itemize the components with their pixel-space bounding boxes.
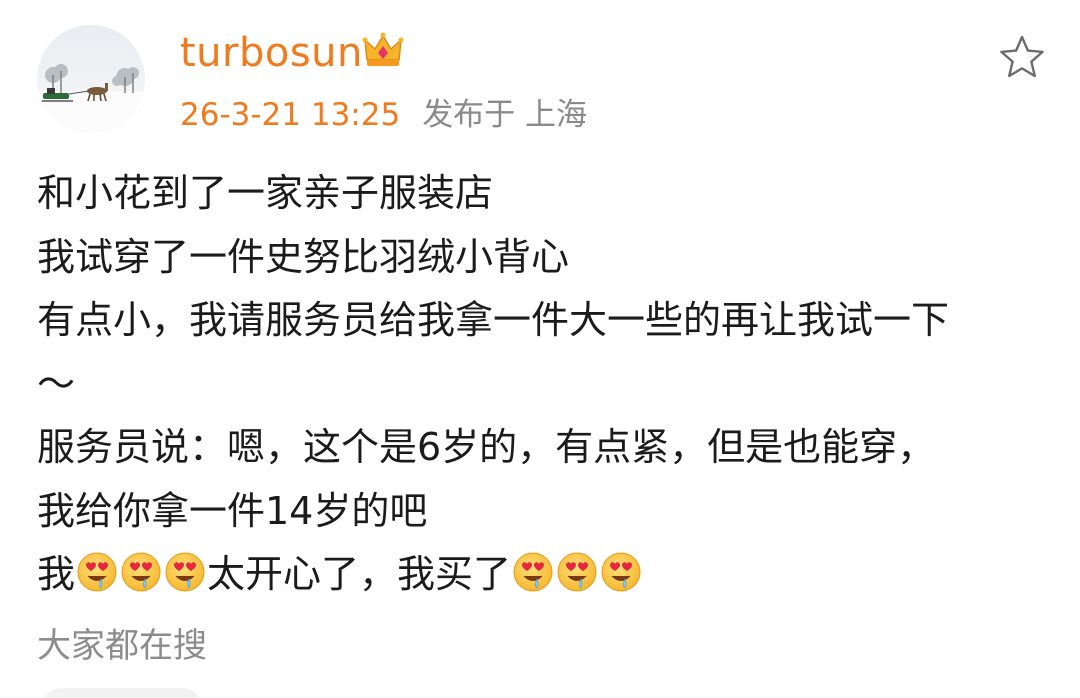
heart-eyes-emoji-icon xyxy=(164,551,206,593)
post-location: 发布于 上海 xyxy=(422,97,588,133)
post-text-fragment: 我 xyxy=(37,552,76,596)
heart-eyes-emoji-icon xyxy=(512,551,554,593)
trending-search-label[interactable]: 大家都在搜 xyxy=(37,620,207,672)
post-text-line: 和小花到了一家亲子服装店 xyxy=(37,171,494,215)
heart-eyes-emoji-icon xyxy=(120,551,162,593)
favorite-star-icon[interactable] xyxy=(996,32,1048,84)
post-timestamp: 26-3-21 13:25 xyxy=(180,97,401,133)
weibo-post: turbosun 26-3-21 13:25 发布于 上海 和小花到了一家亲子服装… xyxy=(0,0,1080,698)
post-text-line: 服务员说：嗯，这个是6岁的，有点紧，但是也能穿， xyxy=(37,425,936,469)
avatar-snow-landscape-image xyxy=(37,25,145,133)
post-text-line: 有点小，我请服务员给我拿一件大一些的再让我试一下 xyxy=(37,298,950,342)
post-text-line: ～ xyxy=(37,361,76,406)
trending-search-chip[interactable] xyxy=(42,688,202,698)
post-text-fragment: 太开心了，我买了 xyxy=(207,552,512,596)
user-avatar[interactable] xyxy=(37,25,145,133)
username-link[interactable]: turbosun xyxy=(180,26,363,80)
heart-eyes-emoji-icon xyxy=(600,551,642,593)
post-text-line: 我给你拿一件14岁的吧 xyxy=(37,488,428,533)
heart-eyes-emoji-icon xyxy=(76,551,118,593)
post-text-line: 我试穿了一件史努比羽绒小背心 xyxy=(37,234,570,279)
post-text-line-with-emoji: 我 太开心了，我买了 xyxy=(37,543,1057,607)
heart-eyes-emoji-icon xyxy=(556,551,598,593)
post-body: 和小花到了一家亲子服装店 我试穿了一件史努比羽绒小背心 有点小，我请服务员给我拿… xyxy=(37,162,1057,607)
crown-badge-icon[interactable] xyxy=(362,30,404,72)
post-meta: 26-3-21 13:25 发布于 上海 xyxy=(180,92,587,138)
